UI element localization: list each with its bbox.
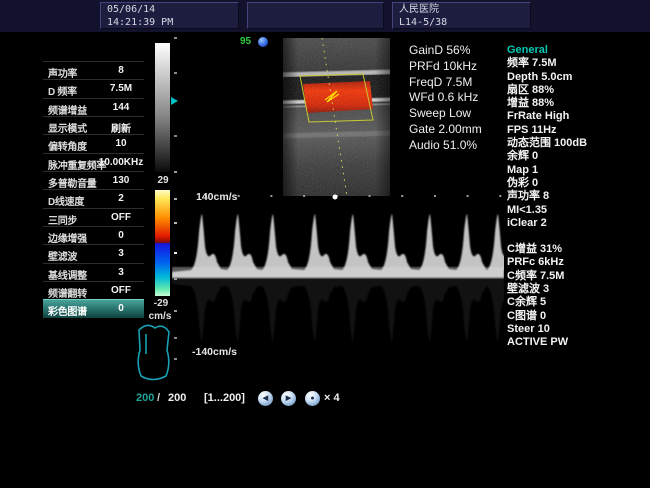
patient-info-box (247, 2, 384, 29)
stop-button[interactable]: ● (305, 391, 320, 406)
edge-shadow (283, 38, 390, 196)
rp-row: C余辉 5 (507, 296, 647, 309)
freeze-indicator-icon (258, 37, 268, 47)
prev-icon: ◀ (263, 395, 268, 402)
rp-row: MI<1.35 (507, 204, 647, 217)
rp-row: 伪彩 0 (507, 177, 647, 190)
param-row-edge-enhance[interactable]: 边缘增强0 (43, 226, 144, 244)
param-row-spectrum-invert[interactable]: 频谱翻转OFF (43, 281, 144, 299)
status-bar: 05/06/14 14:21:39 PM 人民医院 L14-5/38 (0, 0, 650, 32)
spectral-scale-max: 140cm/s (196, 191, 237, 203)
param-row-display-mode[interactable]: 显示模式刷新 (43, 116, 144, 134)
color-velocity-bar (155, 190, 170, 296)
doppler-parameter-panel: 声功率8 D 频率7.5M 频谱增益144 显示模式刷新 偏转角度10 脉冲重复… (43, 61, 144, 318)
sweep-position-dot (333, 195, 338, 200)
param-row-d-frequency[interactable]: D 频率7.5M (43, 79, 144, 97)
overlay-gate: Gate 2.00mm (409, 122, 482, 138)
rp-row: ACTIVE PW (507, 336, 647, 349)
overlay-wall-filter: WFd 0.6 kHz (409, 90, 482, 106)
cine-bar: 200 / 200 [1...200] ◀ ▶ ● × 4 (0, 388, 650, 414)
param-row-d-line-speed[interactable]: D线速度2 (43, 189, 144, 207)
rp-row: 壁滤波 3 (507, 283, 647, 296)
doppler-settings-overlay: GainD 56% PRFd 10kHz FreqD 7.5M WFd 0.6 … (409, 43, 482, 154)
param-row-triplex[interactable]: 三同步OFF (43, 208, 144, 226)
frame-number: 95 (240, 36, 251, 47)
rp-row: iClear 2 (507, 217, 647, 230)
rp-row: 余辉 0 (507, 150, 647, 163)
rp-row: 动态范围 100dB (507, 137, 647, 150)
cine-separator: / (157, 392, 160, 404)
cine-speed: × 4 (324, 392, 340, 404)
play-button[interactable]: ▶ (281, 391, 296, 406)
rp-row: C图谱 0 (507, 310, 647, 323)
gray-map-bar (155, 43, 170, 172)
overlay-audio: Audio 51.0% (409, 138, 482, 154)
rp-row: C频率 7.5M (507, 270, 647, 283)
param-row-spectrum-gain[interactable]: 频谱增益144 (43, 98, 144, 116)
param-row-acoustic-power[interactable]: 声功率8 (43, 61, 144, 79)
cine-current-frame: 200 (136, 392, 154, 404)
param-row-baseline[interactable]: 基线调整3 (43, 263, 144, 281)
spectral-scale-min: -140cm/s (192, 346, 237, 358)
rp-row: 增益 88% (507, 97, 647, 110)
param-row-steer-angle[interactable]: 偏转角度10 (43, 134, 144, 152)
rp-row: PRFc 6kHz (507, 256, 647, 269)
param-row-color-map-selected[interactable]: 彩色图谱0 (43, 299, 144, 317)
datetime-box: 05/06/14 14:21:39 PM (100, 2, 239, 29)
param-row-doppler-volume[interactable]: 多普勒音量130 (43, 171, 144, 189)
play-icon: ▶ (286, 395, 291, 402)
cine-frame-range: [1...200] (204, 392, 245, 404)
overlay-sweep: Sweep Low (409, 106, 482, 122)
hospital-name: 人民医院 (399, 4, 524, 17)
param-row-prf[interactable]: 脉冲重复频率10.00KHz (43, 153, 144, 171)
overlay-prf: PRFd 10kHz (409, 59, 482, 75)
general-parameter-panel: General 频率 7.5M Depth 5.0cm 扇区 88% 增益 88… (507, 44, 647, 350)
rp-row: C增益 31% (507, 243, 647, 256)
hospital-box: 人民医院 L14-5/38 (392, 2, 531, 29)
probe-model: L14-5/38 (399, 17, 524, 30)
time-text: 14:21:39 PM (107, 17, 232, 30)
rp-row: Map 1 (507, 164, 647, 177)
rp-row: 扇区 88% (507, 84, 647, 97)
spectral-doppler-trace (172, 190, 504, 362)
rp-row: Depth 5.0cm (507, 71, 647, 84)
overlay-gain: GainD 56% (409, 43, 482, 59)
rp-row: 声功率 8 (507, 190, 647, 203)
cine-total-frames: 200 (168, 392, 186, 404)
b-mode-image[interactable] (283, 38, 390, 196)
body-mark-icon[interactable] (133, 320, 175, 382)
date-text: 05/06/14 (107, 4, 232, 17)
rp-row: Steer 10 (507, 323, 647, 336)
color-scale-max: 29 (148, 175, 178, 186)
overlay-freq: FreqD 7.5M (409, 75, 482, 91)
scale-tick-marks (174, 37, 177, 39)
rp-row: FrRate High (507, 110, 647, 123)
ultrasound-screen: 05/06/14 14:21:39 PM 人民医院 L14-5/38 声功率8 … (0, 0, 650, 488)
rp-row: 频率 7.5M (507, 57, 647, 70)
stop-icon: ● (310, 395, 314, 402)
gray-map-arrow-icon (171, 97, 178, 105)
panel-title: General (507, 44, 647, 57)
rp-row: FPS 11Hz (507, 124, 647, 137)
param-row-wall-filter[interactable]: 壁滤波3 (43, 244, 144, 262)
prev-frame-button[interactable]: ◀ (258, 391, 273, 406)
